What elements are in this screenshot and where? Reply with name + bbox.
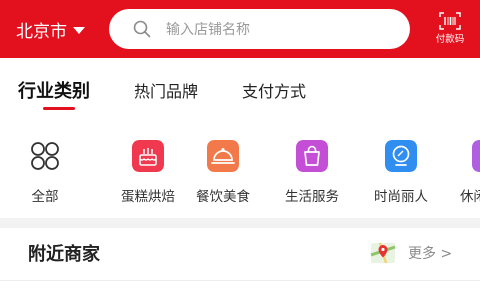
search-bar[interactable] (109, 9, 410, 49)
category-label: 休闲 (460, 189, 480, 205)
category-fashion[interactable]: 时尚丽人 (356, 140, 446, 205)
category-all[interactable]: 全部 (0, 140, 90, 205)
top-header: 北京市 付款码 (0, 0, 480, 58)
paycode-button[interactable]: 付款码 (430, 12, 470, 46)
city-label: 北京市 (16, 21, 67, 42)
category-food[interactable]: 餐饮美食 (178, 140, 268, 205)
search-input[interactable] (164, 17, 398, 43)
section-divider (0, 218, 480, 228)
paycode-label: 付款码 (435, 34, 465, 45)
barcode-icon (439, 12, 461, 30)
shopping-bag-icon (296, 140, 328, 172)
category-label: 生活服务 (285, 189, 339, 205)
grid-circles-icon (31, 142, 59, 170)
tab-industry[interactable]: 行业类别 (18, 77, 90, 103)
tab-payment[interactable]: 支付方式 (242, 78, 306, 102)
tab-brands[interactable]: 热门品牌 (134, 78, 198, 102)
caret-down-icon (73, 26, 85, 34)
category-services[interactable]: 生活服务 (267, 140, 357, 205)
more-label: 更多 > (408, 246, 453, 262)
cake-icon (132, 140, 164, 172)
nearby-more-link[interactable]: 更多 > (370, 240, 452, 266)
city-selector[interactable]: 北京市 (16, 17, 85, 42)
category-label: 时尚丽人 (374, 189, 428, 205)
category-leisure[interactable]: 休闲 (446, 140, 480, 205)
category-label: 全部 (31, 189, 59, 205)
search-icon (133, 20, 151, 38)
leisure-icon (472, 140, 480, 172)
mirror-icon (385, 140, 417, 172)
dish-cover-icon (207, 140, 239, 172)
active-tab-indicator (43, 107, 75, 110)
nearby-title: 附近商家 (28, 244, 100, 265)
category-label: 餐饮美食 (196, 189, 250, 205)
map-pin-icon (370, 242, 396, 264)
category-grid: 全部 蛋糕烘焙 餐饮美食 生活服务 时尚丽人 休 (0, 140, 480, 205)
nearby-divider (0, 280, 480, 281)
